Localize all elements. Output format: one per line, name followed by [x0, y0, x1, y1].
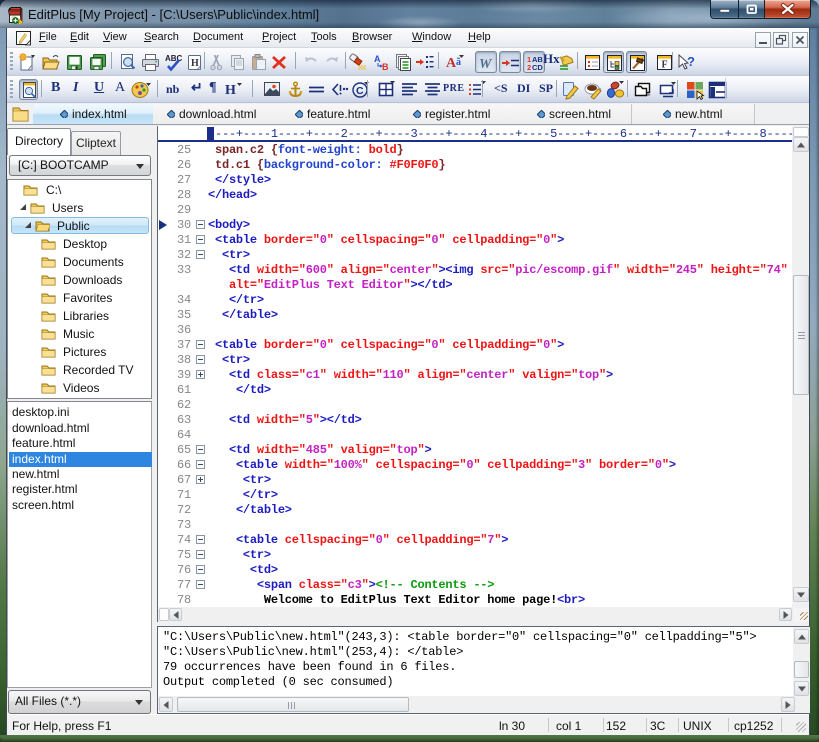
svg-text:?: ?: [687, 54, 695, 69]
svg-text:A: A: [374, 54, 381, 64]
svg-text:CD: CD: [532, 63, 543, 72]
svg-text:2: 2: [527, 63, 531, 72]
svg-text:C: C: [356, 85, 364, 97]
svg-text:B: B: [382, 62, 389, 72]
svg-text:ABC: ABC: [165, 54, 183, 63]
svg-text:H: H: [225, 83, 236, 98]
svg-text:F: F: [662, 60, 668, 71]
svg-text:W: W: [479, 57, 493, 72]
svg-text:H: H: [191, 58, 199, 69]
svg-text:ã: ã: [456, 57, 461, 68]
